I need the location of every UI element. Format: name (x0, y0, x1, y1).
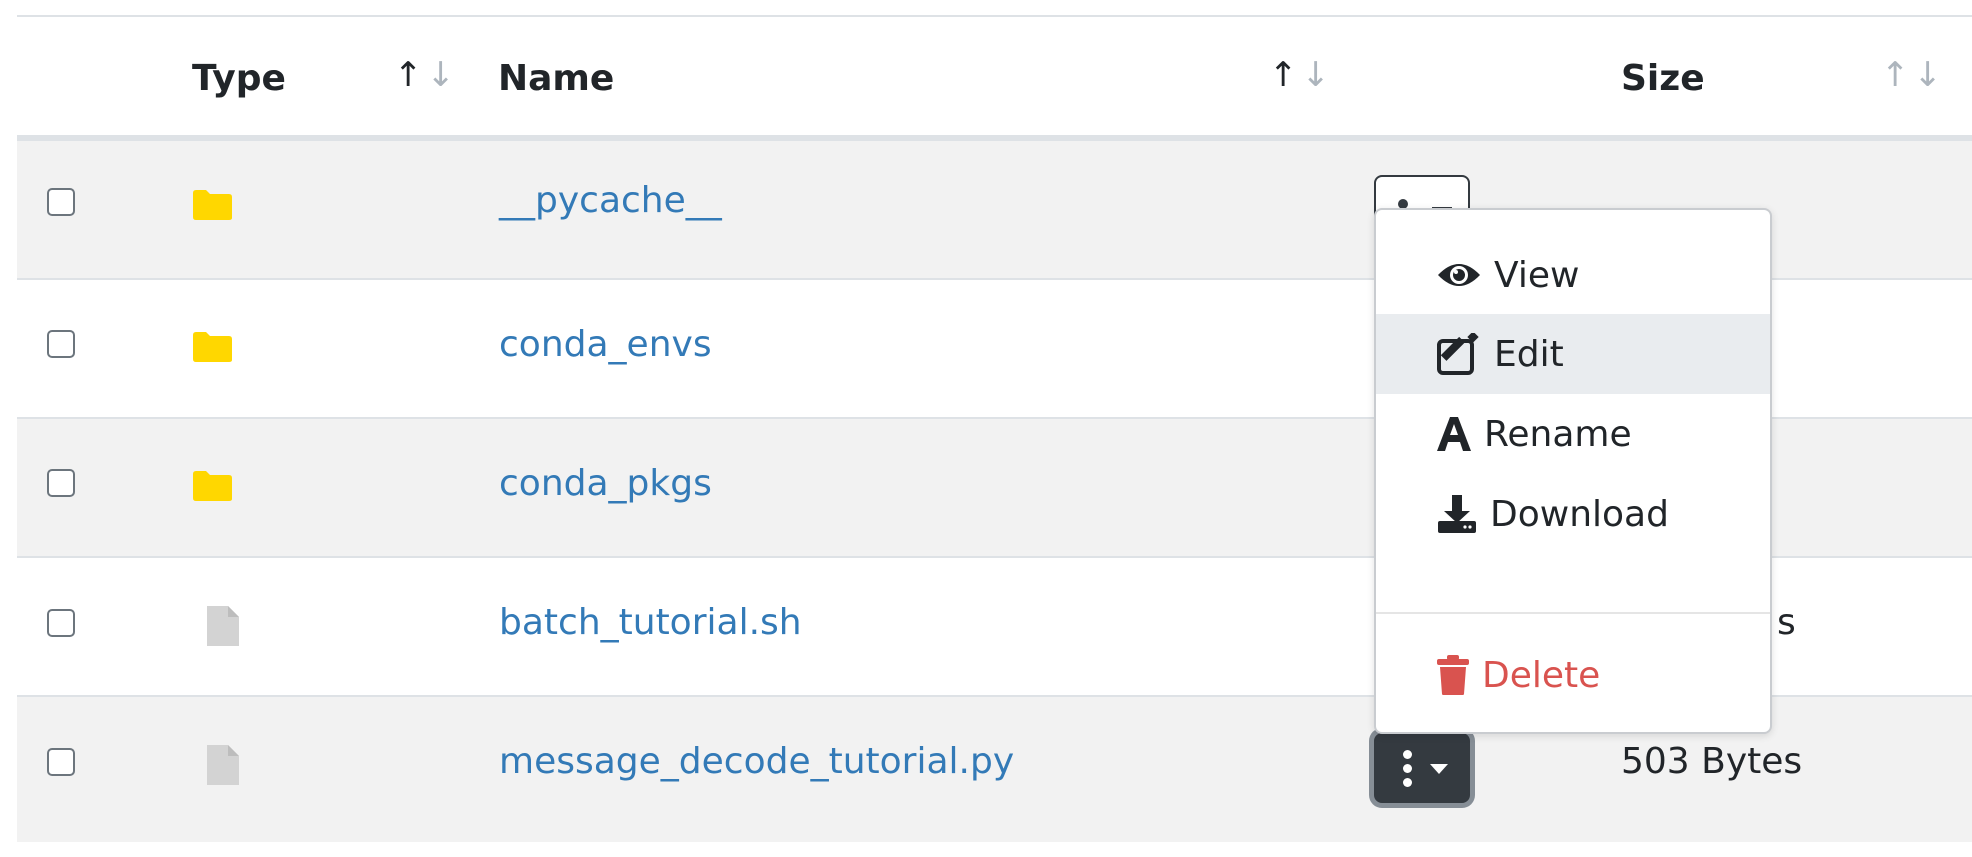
file-icon (207, 606, 239, 646)
row-checkbox[interactable] (47, 469, 75, 497)
download-icon (1438, 495, 1476, 533)
dropdown-item-label: Rename (1484, 413, 1632, 455)
sort-asc-icon[interactable]: ↑ (1881, 55, 1914, 95)
row-checkbox[interactable] (47, 748, 75, 776)
eye-icon (1438, 264, 1480, 286)
folder-icon (193, 332, 232, 362)
sort-asc-icon[interactable]: ↑ (394, 55, 427, 95)
sort-desc-icon[interactable]: ↓ (1302, 55, 1335, 95)
dropdown-item-rename[interactable]: Rename (1376, 394, 1770, 474)
dropdown-item-view[interactable]: View (1376, 235, 1770, 315)
file-name-link[interactable]: __pycache__ (499, 179, 722, 223)
dropdown-item-label: Edit (1494, 333, 1564, 375)
caret-down-icon (1430, 764, 1448, 774)
file-icon (207, 745, 239, 785)
file-name-link[interactable]: batch_tutorial.sh (499, 601, 802, 645)
file-name-link[interactable]: message_decode_tutorial.py (499, 740, 1014, 784)
dropdown-item-delete[interactable]: Delete (1376, 635, 1770, 715)
row-actions-button-active[interactable] (1374, 733, 1470, 803)
row-checkbox[interactable] (47, 188, 75, 216)
file-name-link[interactable]: conda_envs (499, 323, 712, 367)
file-name-link[interactable]: conda_pkgs (499, 462, 712, 506)
table-header: Type ↑↓ Name ↑↓ Size ↑↓ (17, 17, 1972, 141)
dropdown-item-download[interactable]: Download (1376, 474, 1770, 554)
row-actions-dropdown: View Edit Rename Download Delete (1374, 208, 1772, 734)
header-size[interactable]: Size (1621, 57, 1705, 101)
file-size: s (1777, 602, 1796, 643)
dropdown-item-edit[interactable]: Edit (1376, 314, 1770, 394)
dropdown-item-label: Delete (1482, 654, 1601, 696)
sort-type-arrows[interactable]: ↑↓ (394, 53, 459, 97)
sort-desc-icon[interactable]: ↓ (1914, 55, 1947, 95)
dropdown-divider (1376, 612, 1770, 614)
sort-asc-icon[interactable]: ↑ (1269, 55, 1302, 95)
header-type[interactable]: Type (192, 57, 286, 101)
sort-desc-icon[interactable]: ↓ (427, 55, 460, 95)
sort-name-arrows[interactable]: ↑↓ (1269, 53, 1334, 97)
trash-icon (1437, 655, 1469, 695)
folder-icon (193, 190, 232, 220)
file-size: 503 Bytes (1621, 741, 1803, 782)
edit-icon (1437, 333, 1479, 375)
row-checkbox[interactable] (47, 609, 75, 637)
rename-icon (1437, 417, 1471, 451)
folder-icon (193, 471, 232, 501)
dropdown-item-label: Download (1490, 493, 1669, 535)
dropdown-item-label: View (1494, 254, 1580, 296)
header-name[interactable]: Name (498, 57, 614, 101)
row-checkbox[interactable] (47, 330, 75, 358)
sort-size-arrows[interactable]: ↑↓ (1881, 53, 1946, 97)
vertical-dots-icon (1403, 750, 1413, 792)
